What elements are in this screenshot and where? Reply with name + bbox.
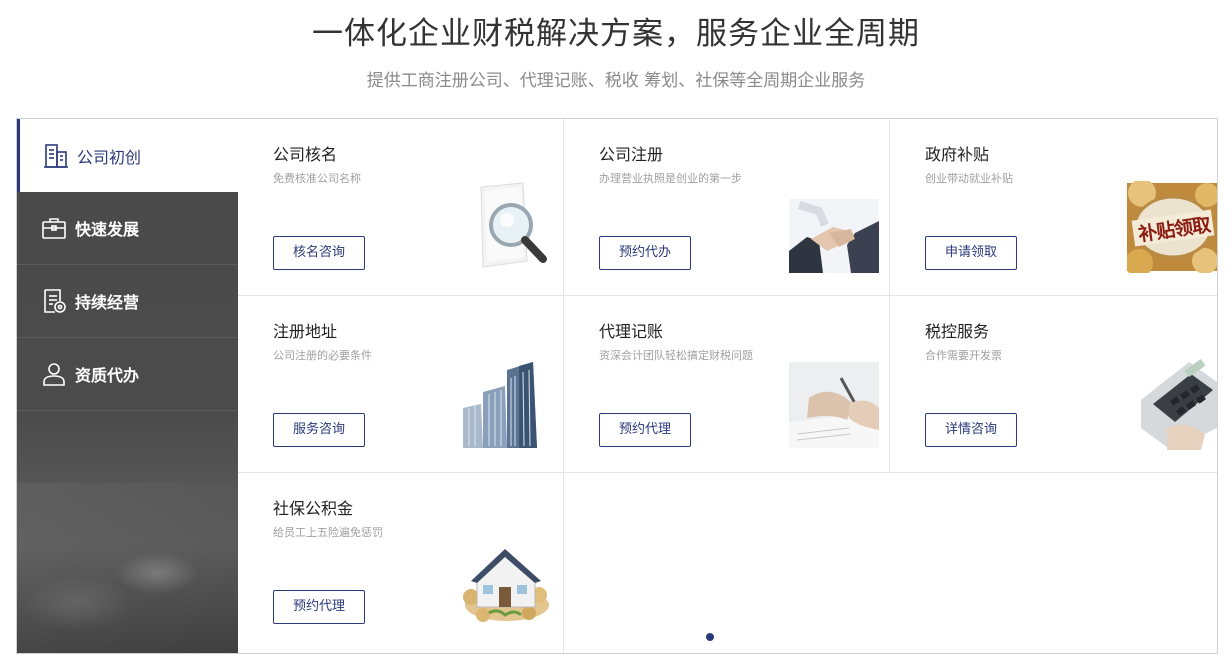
handshake-image [789,181,879,273]
house-coins-image [459,535,549,627]
sidebar: 公司初创 快速发展 持续经营 资质代办 [17,119,238,653]
page-subtitle: 提供工商注册公司、代理记账、税收 筹划、社保等全周期企业服务 [366,71,866,91]
sidebar-background-photo [17,483,238,653]
service-card: 税控服务 合作需要开发票 详情咨询 [890,296,1217,473]
details-consult-button[interactable]: 详情咨询 [925,413,1017,447]
service-consult-button[interactable]: 服务咨询 [273,413,365,447]
card-description: 创业带动就业补贴 [925,172,1013,185]
service-card: 注册地址 公司注册的必要条件 服务咨询 [238,296,564,473]
card-title: 公司注册 [599,145,664,164]
calculator-image [1127,358,1217,450]
card-title: 公司核名 [273,145,338,164]
card-description: 免费核准公司名称 [273,172,361,185]
document-icon [39,286,69,316]
apply-subsidy-button[interactable]: 申请领取 [925,236,1017,270]
book-social-security-button[interactable]: 预约代理 [273,590,365,624]
sidebar-item-qualification[interactable]: 资质代办 [17,338,238,411]
sidebar-item-label: 快速发展 [75,220,140,239]
card-description: 公司注册的必要条件 [273,349,372,362]
card-title: 税控服务 [925,322,990,341]
sidebar-item-startup[interactable]: 公司初创 [17,119,238,192]
services-panel: 公司初创 快速发展 持续经营 资质代办 公司核名 免费核准公司名称 核名咨询 公… [16,118,1219,654]
office-building-image [459,358,549,450]
building-icon [41,141,71,171]
pagination-dot[interactable] [706,633,714,641]
subsidy-coins-image: 补贴领取 [1125,179,1219,277]
card-title: 注册地址 [273,322,338,341]
sidebar-item-label: 公司初创 [77,147,142,167]
card-description: 给员工上五险遍免惩罚 [273,526,383,539]
name-check-button[interactable]: 核名咨询 [273,236,365,270]
book-service-button[interactable]: 预约代办 [599,236,691,270]
briefcase-icon [39,213,69,243]
service-card: 公司核名 免费核准公司名称 核名咨询 [238,119,564,296]
page-title: 一体化企业财税解决方案，服务企业全周期 [312,16,920,52]
sidebar-item-growth[interactable]: 快速发展 [17,192,238,265]
card-description: 合作需要开发票 [925,349,1002,362]
card-title: 政府补贴 [925,145,990,164]
book-bookkeeping-button[interactable]: 预约代理 [599,413,691,447]
service-card: 社保公积金 给员工上五险遍免惩罚 预约代理 [238,473,564,653]
sidebar-item-operation[interactable]: 持续经营 [17,265,238,338]
magnifier-document-image [461,181,551,273]
service-card: 政府补贴 创业带动就业补贴 申请领取 补贴领取 [890,119,1219,296]
card-description: 资深会计团队轻松搞定财税问题 [599,349,753,362]
service-card: 公司注册 办理营业执照是创业的第一步 预约代办 [564,119,890,296]
person-icon [39,359,69,389]
card-description: 办理营业执照是创业的第一步 [599,172,742,185]
sidebar-item-label: 资质代办 [75,366,140,385]
card-title: 社保公积金 [273,499,354,518]
sidebar-item-label: 持续经营 [75,293,140,312]
service-card: 代理记账 资深会计团队轻松搞定财税问题 预约代理 [564,296,890,473]
service-cards-grid: 公司核名 免费核准公司名称 核名咨询 公司注册 办理营业执照是创业的第一步 预约… [238,119,1219,653]
card-title: 代理记账 [599,322,664,341]
writing-hand-image [789,358,879,450]
